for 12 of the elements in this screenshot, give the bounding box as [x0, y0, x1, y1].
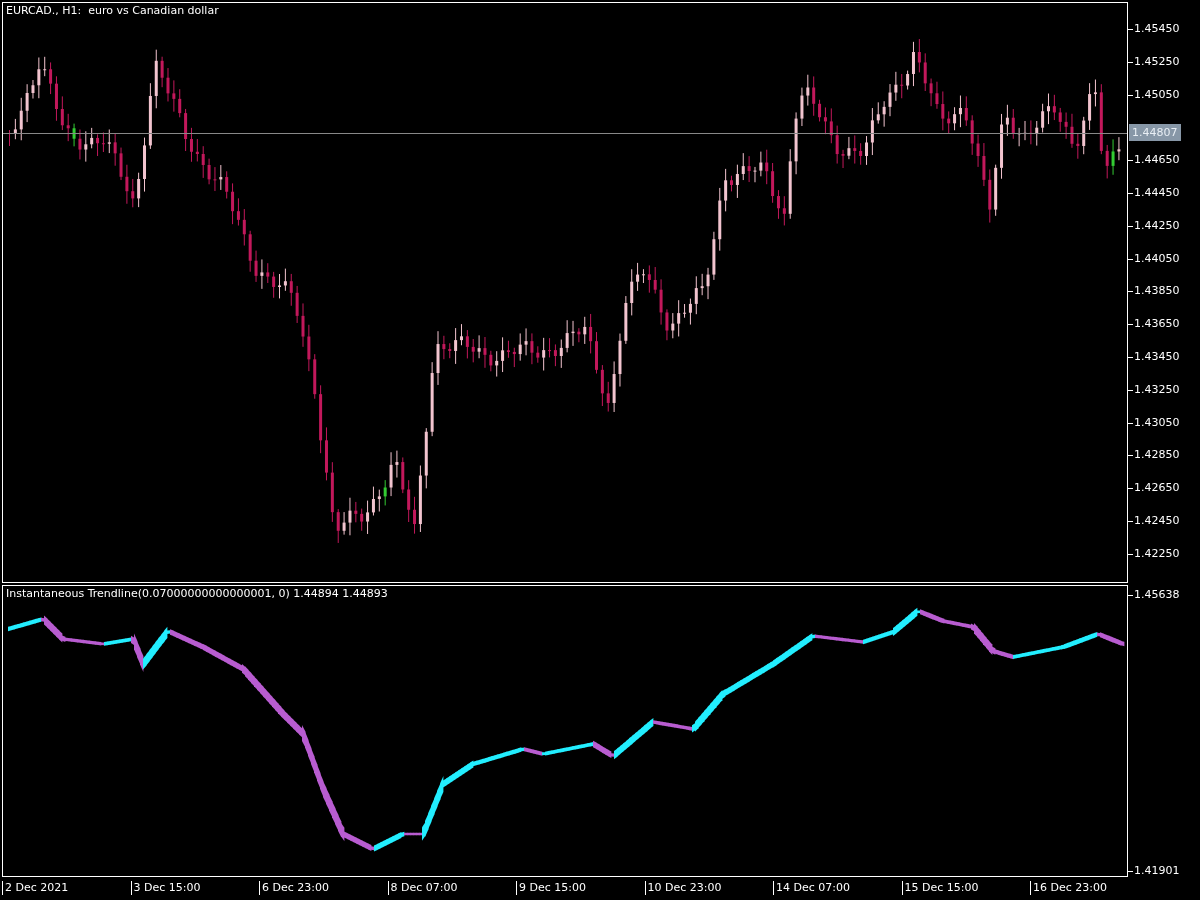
chart-title: EURCAD., H1: euro vs Canadian dollar [6, 4, 219, 17]
time-label: 3 Dec 15:00 [130, 881, 201, 895]
time-label: 14 Dec 07:00 [773, 881, 850, 895]
time-label: 9 Dec 15:00 [516, 881, 586, 895]
time-label: 8 Dec 07:00 [387, 881, 458, 895]
time-label: 15 Dec 15:00 [901, 881, 979, 895]
time-label: 10 Dec 23:00 [644, 881, 722, 895]
time-label: 16 Dec 23:00 [1030, 881, 1107, 895]
time-label: 2 Dec 2021 [2, 881, 69, 895]
current-price-tag: 1.44807 [1129, 124, 1181, 141]
indicator-label: Instantaneous Trendline(0.07000000000000001, 0) 1.44894 1.44893 [6, 587, 388, 600]
time-label: 6 Dec 23:00 [259, 881, 329, 895]
